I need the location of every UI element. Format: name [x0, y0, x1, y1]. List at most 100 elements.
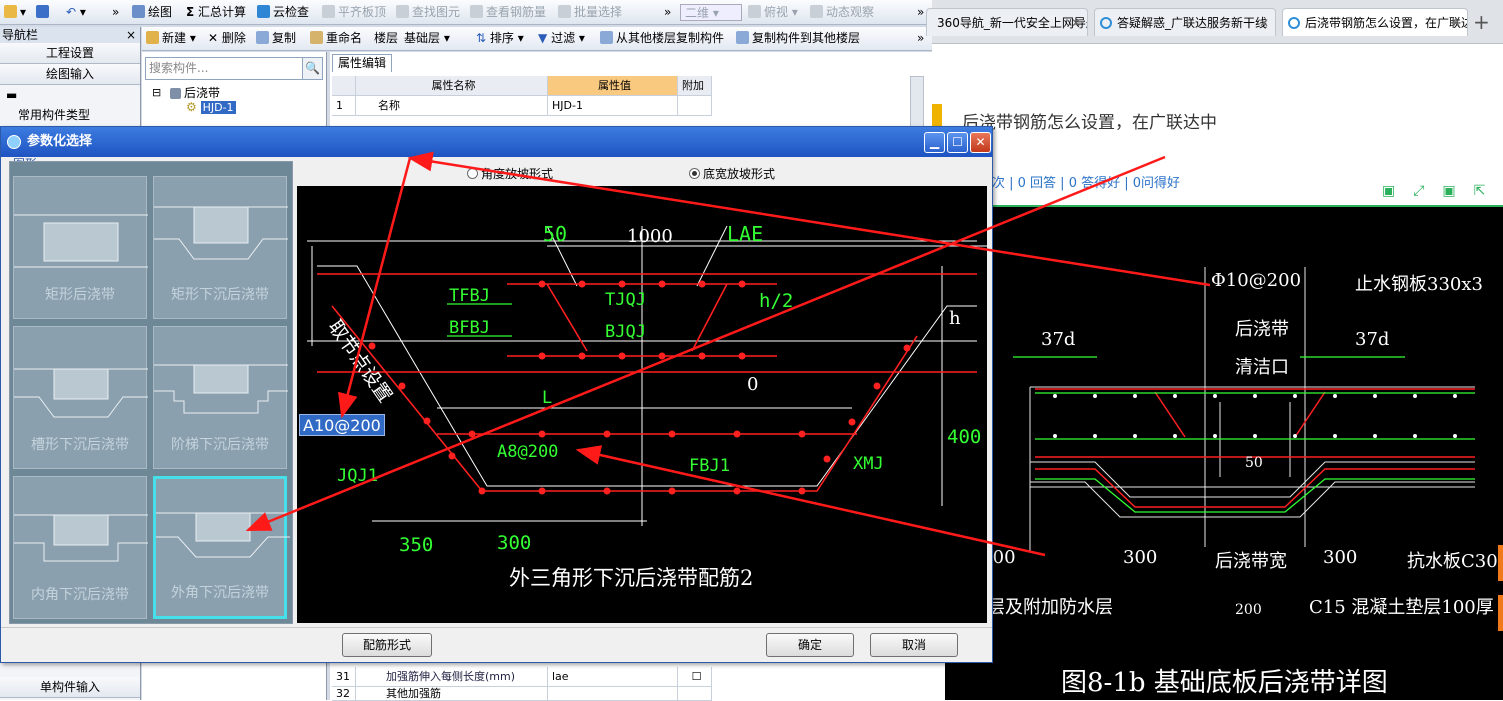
table-row[interactable]: 32 其他加强筋 — [332, 687, 712, 701]
view-rebar-label: 查看钢筋量 — [486, 5, 547, 19]
common-types-item[interactable]: 常用构件类型 — [0, 105, 140, 125]
delete-button[interactable]: ✕ 删除 — [208, 30, 246, 47]
app-icon — [7, 135, 21, 149]
radio-angle[interactable]: 角度放坡形式 — [467, 165, 553, 182]
view-rebar-button[interactable]: 查看钢筋量 — [470, 4, 546, 21]
shape-rect-sunken[interactable]: 矩形下沉后浇带 — [153, 176, 288, 319]
browser-tab-3[interactable]: 后浇带钢筋怎么设置，在广联达中 ✕ — [1282, 8, 1468, 36]
tree-collapse-icon[interactable]: ⊟ — [152, 86, 161, 99]
close-icon[interactable]: ✕ — [1071, 9, 1081, 36]
overflow-icon[interactable]: » — [112, 4, 119, 21]
new-tab-button[interactable]: + — [1473, 10, 1490, 34]
drawing-input-button[interactable]: 绘图输入 — [0, 64, 140, 85]
overflow-icon-2[interactable]: » — [664, 4, 671, 21]
cad-fifty: 50 — [1245, 455, 1263, 471]
row-value[interactable]: HJD-1 — [548, 96, 678, 115]
summary-button[interactable]: Σ 汇总计算 — [186, 4, 246, 21]
nav-title: 导航栏 — [2, 28, 39, 42]
close-icon[interactable]: ✕ — [1259, 9, 1269, 36]
label-1000: 1000 — [627, 226, 673, 247]
row-checkbox[interactable]: ☐ — [678, 667, 712, 686]
table-row[interactable]: 31 加强筋伸入每侧长度(mm) lae ☐ — [332, 667, 712, 687]
rebar-form-button[interactable]: 配筋形式 — [342, 633, 432, 657]
radio-width[interactable]: 底宽放坡形式 — [689, 165, 775, 182]
tree-child-item[interactable]: ⚙ HJD-1 — [186, 100, 236, 114]
row-value[interactable]: lae — [548, 667, 678, 686]
new-button[interactable]: 新建 ▾ — [146, 30, 196, 47]
properties-bottom-rows: 31 加强筋伸入每侧长度(mm) lae ☐ 32 其他加强筋 — [332, 667, 712, 701]
nav-close-icon[interactable]: × — [126, 27, 136, 43]
cancel-button[interactable]: 取消 — [870, 633, 958, 657]
browser-tab-3-label: 后浇带钢筋怎么设置，在广联达中 — [1305, 16, 1468, 30]
close-button[interactable]: ✕ — [970, 132, 991, 153]
copy-to-floor-button[interactable]: 复制构件到其他楼层 — [736, 30, 860, 47]
rename-button[interactable]: 重命名 — [310, 30, 362, 47]
label-h2: h/2 — [759, 290, 794, 312]
view-mode-select[interactable]: 二维 ▾ — [680, 4, 742, 21]
question-title: 后浇带钢筋怎么设置，在广联达中 — [962, 113, 1217, 133]
row-number: 31 — [332, 667, 356, 686]
image-tools[interactable]: ▣⤢▣⇱ — [1382, 183, 1502, 201]
draw-label: 绘图 — [148, 5, 173, 19]
radio-angle-icon — [467, 168, 478, 179]
row-number: 1 — [332, 96, 356, 115]
browser-tab-2[interactable]: 答疑解惑_广联达服务新干线 ✕ — [1094, 8, 1276, 36]
copy-from-label: 从其他楼层复制构件 — [616, 31, 725, 45]
view-mode-label: 二维 — [685, 6, 710, 20]
overflow-icon-3[interactable]: » — [917, 4, 924, 21]
undo-icon[interactable]: ↶ ▾ — [66, 4, 86, 21]
view-angle-button[interactable]: 俯视 ▾ — [748, 4, 798, 21]
cloud-check-button[interactable]: 云检查 — [257, 4, 309, 21]
radio-width-icon — [689, 168, 700, 179]
rebar-value-input[interactable]: A10@200 — [299, 414, 385, 436]
batch-select-label: 批量选择 — [574, 5, 623, 19]
save-icon[interactable] — [36, 4, 52, 21]
label-jqj1: JQJ1 — [337, 466, 378, 486]
flat-top-button[interactable]: 平齐板顶 — [322, 4, 386, 21]
floor-label: 楼层 — [374, 31, 399, 45]
sort-button[interactable]: ⇅ 排序 ▾ — [476, 30, 524, 47]
tab-properties[interactable]: 属性编辑 — [332, 54, 392, 72]
dynamic-view-button[interactable]: 动态观察 — [810, 4, 874, 21]
cad-band: 后浇带 — [1235, 319, 1289, 340]
batch-select-button[interactable]: 批量选择 — [558, 4, 622, 21]
overflow-icon-4[interactable]: » — [917, 30, 924, 47]
floor-select[interactable]: 基础层 ▾ — [404, 30, 466, 47]
find-element-button[interactable]: 查找图元 — [396, 4, 460, 21]
nav-header: 导航栏 × — [0, 27, 140, 43]
browser-tab-1-label: 360导航_新一代安全上网导航 — [937, 16, 1088, 30]
row-name: 名称 — [356, 96, 548, 115]
param-select-dialog: 参数化选择 ▁ ☐ ✕ 图形 矩形后浇带 矩形下沉后浇带 槽形下沉后浇带 阶梯下… — [0, 126, 993, 663]
col-header-value: 属性值 — [548, 76, 678, 95]
copy-from-floor-button[interactable]: 从其他楼层复制构件 — [600, 30, 724, 47]
open-icon[interactable]: ▾ — [4, 4, 26, 21]
main-toolbar: ▾ ↶ ▾ » 绘图 Σ 汇总计算 云检查 平齐板顶 查找图元 查看钢筋量 批量… — [0, 0, 932, 25]
ok-button[interactable]: 确定 — [766, 633, 854, 657]
table-row[interactable]: 1 名称 HJD-1 — [332, 96, 712, 116]
dialog-title: 参数化选择 — [27, 134, 93, 149]
tree-root-item[interactable]: 后浇带 — [170, 84, 220, 101]
shape-rect[interactable]: 矩形后浇带 — [13, 176, 148, 319]
minus-icon[interactable]: ▬ — [0, 85, 140, 105]
label-a8: A8@200 — [497, 442, 559, 462]
single-input-button[interactable]: 单构件输入 — [0, 677, 140, 698]
copy-button[interactable]: 复制 — [256, 30, 296, 47]
shape-trough-sunken[interactable]: 槽形下沉后浇带 — [13, 326, 148, 469]
browser-tab-1[interactable]: 360导航_新一代安全上网导航 ✕ — [926, 8, 1088, 36]
col-header-extra: 附加 — [678, 76, 712, 95]
search-input[interactable]: 搜索构件... — [145, 57, 303, 80]
close-icon[interactable]: ✕ — [1451, 9, 1461, 36]
project-settings-button[interactable]: 工程设置 — [0, 43, 140, 64]
label-tfbj: TFBJ — [449, 286, 490, 306]
filter-button[interactable]: ▼ 过滤 ▾ — [538, 30, 585, 47]
search-icon[interactable]: 🔍 — [303, 57, 323, 80]
shape-outer-angle-sunken[interactable]: 外角下沉后浇带 — [153, 476, 290, 619]
maximize-button[interactable]: ☐ — [947, 132, 968, 153]
shape-step-sunken[interactable]: 阶梯下沉后浇带 — [153, 326, 288, 469]
label-tjqj: TJQJ — [605, 290, 646, 310]
draw-button[interactable]: 绘图 — [132, 4, 172, 21]
shape-inner-angle-sunken[interactable]: 内角下沉后浇带 — [13, 476, 148, 619]
new-label: 新建 — [162, 31, 187, 45]
minimize-button[interactable]: ▁ — [924, 132, 945, 153]
cad-w2: 300 — [1323, 547, 1358, 568]
